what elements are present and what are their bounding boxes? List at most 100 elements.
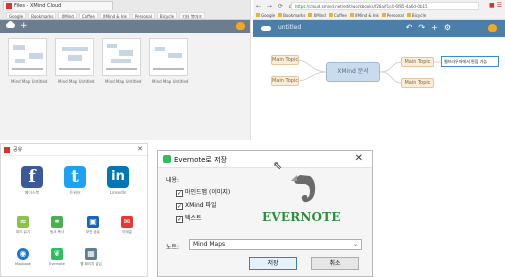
evernote-icon: ❦	[51, 248, 63, 260]
bookmark-item[interactable]: XMind	[308, 12, 326, 19]
dialog-title: Evernote로 저장	[174, 156, 227, 164]
share-email[interactable]: ✉ 이메일	[115, 216, 139, 235]
notebook-select[interactable]: Mind Maps ⌄	[189, 239, 362, 250]
embed-icon: ▦	[85, 248, 97, 260]
bookmark-item[interactable]: Coffee	[78, 11, 98, 19]
add-icon[interactable]: +	[20, 21, 28, 31]
xmind-bird-icon	[236, 22, 245, 30]
mindmap-canvas[interactable]: Main Topic Main Topic XMind 문서 Main Topi…	[253, 37, 505, 140]
thumb-node	[111, 59, 131, 63]
bookmark-item[interactable]: Google	[6, 11, 27, 19]
lock-icon: ▣	[87, 216, 99, 228]
file-caption: Mind Map Untitled	[11, 79, 48, 84]
cloud-icon[interactable]	[6, 21, 15, 28]
editor-toolbar: untitled ↶↷+⚙	[253, 20, 505, 37]
option-text[interactable]: ✓ 텍스트	[176, 213, 202, 223]
option-label: 마인드맵 (이미지)	[185, 189, 231, 196]
bookmark-item[interactable]: XMind & Ink	[99, 11, 130, 19]
thumb-line	[59, 68, 90, 70]
bookmarks-bar: Google Bookmarks XMind Coffee XMind & In…	[6, 11, 244, 19]
bookmark-item[interactable]: Bookmarks	[28, 11, 57, 19]
option-mindmap-image[interactable]: ✓ 마인드맵 (이미지)	[176, 187, 230, 197]
file-thumbnail[interactable]: Mind Map Untitled	[102, 38, 141, 84]
share-evernote[interactable]: ❦ Evernote	[45, 248, 69, 266]
extension-icons[interactable]: ■ ☰	[489, 2, 502, 9]
bookmark-item[interactable]: XMind	[58, 11, 77, 19]
share-sheet-panel: 공유 ✕ f 페이스북 t 트위터 in LinkedIn ≈ 피드 읽기 ⚭ …	[0, 143, 148, 277]
bookmark-item[interactable]: Coffee	[328, 12, 347, 19]
share-linkedin[interactable]: in LinkedIn	[103, 166, 133, 195]
favicon-icon	[6, 3, 12, 9]
document-title[interactable]: untitled	[278, 24, 301, 31]
mapbook-icon: ◉	[17, 248, 29, 260]
share-label: 트위터	[69, 190, 81, 195]
cloud-icon[interactable]	[261, 26, 271, 31]
file-thumbnail[interactable]: Mind Map Untitled	[55, 38, 94, 84]
thumb-node	[107, 44, 117, 48]
share-embed[interactable]: ▦ 웹 페이지 삽입	[79, 248, 103, 267]
notebook-selected-value: Mind Maps	[193, 241, 226, 248]
share-mapbook[interactable]: ◉ Mapbook	[11, 248, 35, 266]
toolbar-actions[interactable]: ↶↷+⚙	[406, 23, 457, 32]
bookmark-item[interactable]: Personal	[381, 12, 404, 19]
share-header: 공유 ✕	[1, 144, 147, 156]
xmind-files-browser-panel: Files - XMind Cloud Google Bookmarks XMi…	[0, 0, 251, 140]
action-label: 피드 읽기	[16, 230, 30, 234]
dialog-titlebar: Evernote로 저장 ✕	[158, 151, 372, 168]
file-grid: Mind Map Untitled Mind Map Untitled Mind…	[8, 38, 244, 84]
share-twitter[interactable]: t 트위터	[60, 166, 90, 196]
bookmark-item[interactable]: Personal	[131, 11, 155, 19]
action-label: 웹 페이지 삽입	[80, 262, 102, 266]
action-label: 보안 공유	[86, 230, 100, 234]
thumb-node	[155, 47, 165, 51]
action-label: Evernote	[49, 262, 65, 266]
cancel-button[interactable]: 취소	[311, 257, 359, 270]
browser-tab[interactable]: Files - XMind Cloud	[3, 1, 113, 10]
share-label: LinkedIn	[109, 190, 127, 195]
thumb-node	[68, 55, 82, 61]
address-bar[interactable]: https://cloud.xmind.net/edit/workbooks/f…	[291, 2, 479, 10]
checkbox-checked-icon[interactable]: ✓	[176, 216, 183, 223]
file-thumbnail[interactable]: Mind Map Untitled	[8, 38, 47, 84]
nav-buttons[interactable]: ← → ⟳ ⌂	[256, 3, 295, 10]
bookmark-item[interactable]: 기타 북마크	[179, 11, 205, 19]
tab-title: Files - XMind Cloud	[14, 3, 62, 9]
share-title: 공유	[13, 147, 23, 153]
file-thumbnail[interactable]: Mind Map Untitled	[149, 38, 188, 84]
share-secure[interactable]: ▣ 보안 공유	[81, 216, 105, 235]
main-topic[interactable]: Main Topic	[401, 78, 434, 88]
email-icon: ✉	[121, 216, 133, 228]
thumb-node	[62, 47, 88, 51]
close-icon[interactable]: ✕	[355, 153, 363, 164]
option-xmind-file[interactable]: ✓ XMind 파일	[176, 200, 217, 210]
evernote-wordmark: EVERNOTE	[262, 210, 341, 224]
thumb-line	[12, 68, 43, 70]
save-button[interactable]: 저장	[249, 257, 297, 270]
share-link[interactable]: ⚭ 링크 복사	[45, 216, 69, 235]
close-icon[interactable]: ✕	[137, 145, 143, 153]
share-facebook[interactable]: f 페이스북	[17, 166, 47, 196]
share-label: 페이스북	[24, 190, 40, 195]
file-caption: Mind Map Untitled	[105, 79, 142, 84]
main-topic[interactable]: Main Topic	[401, 57, 434, 67]
main-topic[interactable]: Main Topic	[271, 76, 299, 86]
bookmark-item[interactable]: Google	[256, 12, 275, 19]
evernote-app-icon	[163, 155, 171, 163]
share-feed[interactable]: ≈ 피드 읽기	[11, 216, 35, 235]
bookmark-item[interactable]: Bicycle	[156, 11, 178, 19]
bookmark-item[interactable]: Bicycle	[406, 12, 426, 19]
option-label: 텍스트	[185, 215, 202, 222]
evernote-save-dialog: Evernote로 저장 ✕ ⇖ 내용: ✓ 마인드맵 (이미지) ✓ XMind …	[157, 150, 373, 277]
checkbox-checked-icon[interactable]: ✓	[176, 203, 183, 210]
checkbox-checked-icon[interactable]: ✓	[176, 190, 183, 197]
notebook-label: 노트:	[166, 244, 180, 251]
main-topic[interactable]: Main Topic	[271, 55, 299, 65]
bookmark-item[interactable]: XMind & Ink	[349, 12, 379, 19]
topic-edit-field[interactable]: 웹브라우저에서 편집 가능	[441, 56, 499, 67]
xmind-editor-panel: ← → ⟳ ⌂ https://cloud.xmind.net/edit/wor…	[253, 0, 505, 140]
link-icon: ⚭	[51, 216, 63, 228]
central-topic[interactable]: XMind 문서	[326, 62, 380, 82]
bookmark-item[interactable]: Bookmarks	[278, 12, 305, 19]
thumb-node	[168, 53, 182, 58]
thumb-node	[13, 45, 25, 50]
